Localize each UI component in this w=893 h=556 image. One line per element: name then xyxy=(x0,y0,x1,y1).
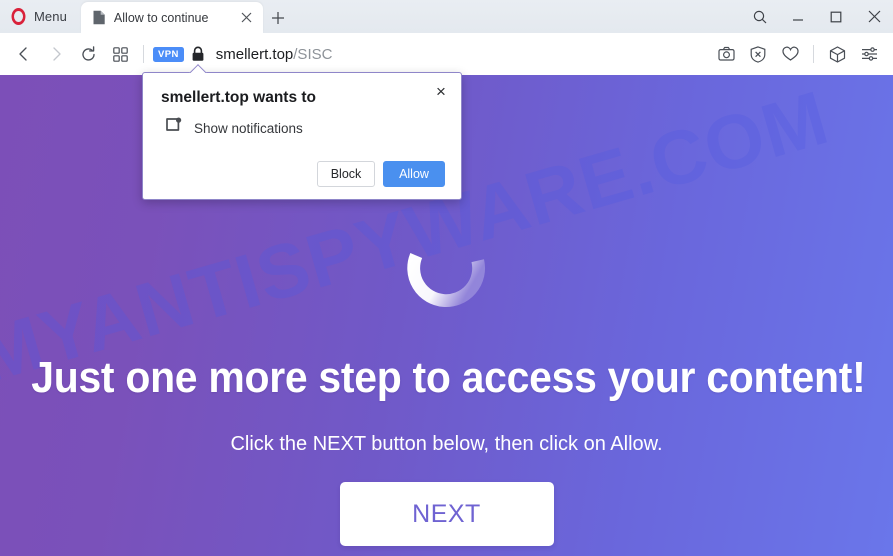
new-tab-button[interactable] xyxy=(263,2,293,33)
popup-arrow xyxy=(189,64,207,73)
permission-row: Show notifications xyxy=(161,117,445,139)
easy-setup-sliders-icon[interactable] xyxy=(853,39,885,69)
tab-overview-grid-icon[interactable] xyxy=(104,39,136,69)
notification-bubble-icon xyxy=(165,117,182,139)
toolbar-right-icons xyxy=(710,39,885,69)
tab-title: Allow to continue xyxy=(113,10,209,25)
popup-actions: Block Allow xyxy=(161,161,445,187)
address-bar[interactable]: smellert.top/SISC xyxy=(212,46,710,63)
url-host: smellert.top xyxy=(215,45,294,63)
opera-menu-button[interactable]: Menu xyxy=(0,0,78,33)
page-headline: Just one more step to access your conten… xyxy=(31,353,866,402)
tab-strip: Menu Allow to continue xyxy=(0,0,893,33)
notification-permission-popup: × smellert.top wants to Show notificatio… xyxy=(142,72,462,200)
opera-logo-icon xyxy=(11,8,26,25)
browser-toolbar: VPN smellert.top/SISC xyxy=(0,33,893,75)
ad-blocker-shield-icon[interactable] xyxy=(742,39,774,69)
toolbar-divider xyxy=(143,45,144,63)
loading-spinner xyxy=(0,247,893,329)
search-icon[interactable] xyxy=(741,0,779,33)
snapshot-camera-icon[interactable] xyxy=(710,39,742,69)
next-button[interactable]: NEXT xyxy=(339,482,554,546)
heart-icon[interactable] xyxy=(774,39,806,69)
toolbar-divider-right xyxy=(813,45,814,63)
browser-tab[interactable]: Allow to continue xyxy=(80,2,263,33)
permission-label: Show notifications xyxy=(194,120,303,136)
browser-window: Menu Allow to continue VPN smellert.top/… xyxy=(0,0,893,556)
forward-arrow-icon[interactable] xyxy=(40,39,72,69)
url-path: /SISC xyxy=(293,45,333,63)
vpn-badge[interactable]: VPN xyxy=(153,46,184,62)
page-subline: Click the NEXT button below, then click … xyxy=(230,433,663,455)
next-button-container: NEXT xyxy=(0,482,893,546)
allow-button[interactable]: Allow xyxy=(383,161,445,187)
document-icon xyxy=(92,10,106,25)
popup-title: smellert.top wants to xyxy=(161,89,317,106)
tab-close-icon[interactable] xyxy=(238,9,256,27)
menu-label: Menu xyxy=(34,9,67,24)
reload-icon[interactable] xyxy=(72,39,104,69)
back-arrow-icon[interactable] xyxy=(8,39,40,69)
extensions-cube-icon[interactable] xyxy=(821,39,853,69)
maximize-icon[interactable] xyxy=(817,0,855,33)
close-icon[interactable]: × xyxy=(430,80,452,102)
window-controls xyxy=(741,0,893,33)
close-icon[interactable] xyxy=(855,0,893,33)
block-button[interactable]: Block xyxy=(317,161,375,187)
minimize-icon[interactable] xyxy=(779,0,817,33)
